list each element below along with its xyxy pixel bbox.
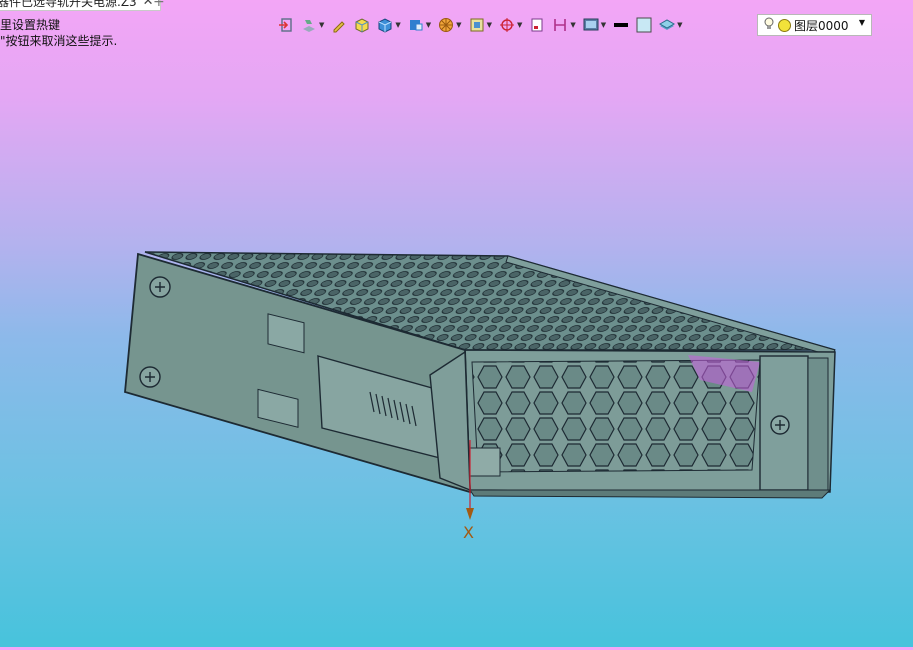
layer-color-icon[interactable] xyxy=(778,18,791,32)
document-tab[interactable]: 器件已选导轨开关电源.Z3 ✕ xyxy=(0,0,161,11)
layer-name: 图层0000 xyxy=(794,18,849,33)
orbit-button[interactable]: ▼ xyxy=(436,14,463,36)
section-button[interactable]: ▼ xyxy=(550,14,577,36)
close-icon[interactable]: ✕ xyxy=(143,0,154,9)
view-cube-icon xyxy=(409,20,423,31)
chevron-down-icon: ▼ xyxy=(425,21,432,29)
chevron-down-icon: ▼ xyxy=(395,21,401,29)
exit-button[interactable] xyxy=(276,14,296,36)
chevron-down-icon: ▼ xyxy=(319,21,325,29)
pivot-icon xyxy=(499,18,514,32)
render-mode-icon xyxy=(303,20,315,32)
bottom-edge xyxy=(469,489,832,499)
sketch-button[interactable] xyxy=(329,14,349,36)
page-button[interactable] xyxy=(527,14,547,36)
chevron-down-icon: ▼ xyxy=(600,21,607,29)
x-axis-label: X xyxy=(463,523,474,542)
chevron-down-icon: ▼ xyxy=(456,21,462,29)
document-tab-title: 器件已选导轨开关电源.Z3 xyxy=(0,0,137,9)
chevron-down-icon: ▼ xyxy=(677,21,683,29)
view-toolbar: ▼ ▼ ▼ ▼ ▼ ▼ ▼ ▼ ▼ xyxy=(276,13,688,37)
layer-manager-button[interactable]: ▼ xyxy=(657,14,684,36)
add-tab-button[interactable]: + xyxy=(153,0,165,10)
line-color-button[interactable] xyxy=(611,14,631,36)
chevron-down-icon: ▼ xyxy=(516,21,523,29)
pivot-button[interactable]: ▼ xyxy=(497,14,524,36)
line-color-icon xyxy=(614,23,629,27)
x-axis-arrow xyxy=(466,508,474,520)
view-cube-button[interactable]: ▼ xyxy=(406,14,433,36)
chevron-down-icon[interactable]: ▼ xyxy=(859,18,865,27)
shaded-button[interactable] xyxy=(352,14,372,36)
end-rail xyxy=(807,357,829,491)
blue-cube-icon xyxy=(378,18,392,33)
wheel-icon xyxy=(439,18,454,32)
solid-view-button[interactable]: ▼ xyxy=(375,14,402,36)
power-supply-model[interactable] xyxy=(0,40,913,647)
frame-button[interactable]: ▼ xyxy=(467,14,494,36)
connector-block xyxy=(469,447,501,477)
layer-stack-icon xyxy=(659,19,676,30)
tip-line-1: 里设置热键 xyxy=(0,18,61,32)
fill-color-icon xyxy=(636,17,652,33)
exit-icon xyxy=(279,18,292,32)
render-mode-button[interactable]: ▼ xyxy=(299,14,326,36)
display-filter-button[interactable]: ▼ xyxy=(581,14,608,36)
3d-viewport[interactable] xyxy=(0,40,913,647)
lightbulb-icon[interactable] xyxy=(764,17,774,34)
frame-icon xyxy=(470,18,484,32)
page-icon xyxy=(531,18,543,32)
section-icon xyxy=(554,19,567,31)
display-filter-icon xyxy=(583,18,599,31)
layer-select[interactable]: 图层0000 ▼ xyxy=(757,14,872,36)
chevron-down-icon: ▼ xyxy=(486,21,492,29)
fill-color-button[interactable] xyxy=(634,14,654,36)
pencil-icon xyxy=(333,21,346,33)
tab-bar: 器件已选导轨开关电源.Z3 ✕ + xyxy=(0,0,913,11)
shaded-box-icon xyxy=(355,18,369,33)
chevron-down-icon: ▼ xyxy=(570,21,576,29)
